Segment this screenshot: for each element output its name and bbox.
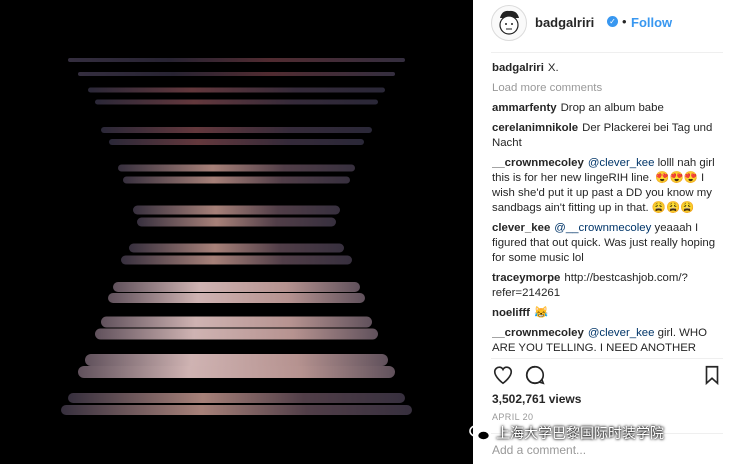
comment-item: clever_kee @__crownmecoley yeaaah I figur…	[492, 221, 724, 266]
light-band	[61, 405, 412, 415]
comment-username[interactable]: ammarfenty	[492, 102, 557, 114]
post-header: badgalriri ✓ • Follow	[491, 5, 723, 47]
light-band	[101, 316, 372, 328]
comment-item: __crownmecoley @clever_kee girl. WHO ARE …	[492, 326, 724, 355]
verified-badge-icon: ✓	[607, 16, 618, 27]
watermark-text: 上海大学巴黎国际时装学院	[496, 425, 664, 441]
comment-item: traceymorpe http://bestcashjob.com/?refer…	[492, 271, 724, 301]
comment-icon[interactable]	[524, 364, 548, 388]
caption-username[interactable]: badgalriri	[492, 62, 544, 74]
comment-text: 😹	[533, 307, 549, 319]
load-more-comments[interactable]: Load more comments	[492, 81, 724, 96]
header-divider	[491, 52, 723, 53]
comment-mention[interactable]: @clever_kee	[588, 157, 655, 169]
light-band	[129, 243, 344, 253]
comment-item: noelifff 😹	[492, 306, 724, 321]
avatar[interactable]	[491, 5, 527, 41]
view-count: 3,502,761 views	[492, 392, 582, 406]
comment-username[interactable]: traceymorpe	[492, 272, 560, 284]
light-band	[108, 293, 365, 303]
light-band	[78, 72, 395, 76]
comment-username[interactable]: noelifff	[492, 307, 530, 319]
light-band	[121, 255, 352, 265]
light-band	[118, 164, 355, 172]
light-band	[123, 176, 350, 184]
media-image	[61, 58, 412, 415]
action-bar	[492, 364, 724, 388]
comment-item: ammarfenty Drop an album babe	[492, 101, 724, 116]
light-band	[95, 328, 378, 340]
comment-item: cerelanimnikole Der Plackerei bei Tag und…	[492, 121, 724, 151]
comment-username[interactable]: __crownmecoley	[492, 327, 584, 339]
comment-item: __crownmecoley @clever_kee lolll nah girl…	[492, 156, 724, 216]
comment-username[interactable]: cerelanimnikole	[492, 122, 578, 134]
light-band	[109, 139, 364, 145]
comment-username[interactable]: clever_kee	[492, 222, 550, 234]
light-band	[68, 393, 405, 403]
comment-text: Drop an album babe	[560, 102, 664, 114]
post-media[interactable]	[0, 0, 473, 464]
post-username[interactable]: badgalriri	[535, 15, 594, 30]
heart-icon[interactable]	[492, 364, 516, 388]
light-band	[78, 366, 395, 378]
comment-mention[interactable]: @__crownmecoley	[554, 222, 651, 234]
light-band	[101, 127, 372, 133]
light-band	[95, 99, 378, 105]
wechat-icon	[469, 424, 491, 441]
comments-list[interactable]: badgalriri X. Load more comments ammarfen…	[492, 61, 724, 355]
comment-mention[interactable]: @clever_kee	[588, 327, 655, 339]
follow-button[interactable]: Follow	[631, 15, 672, 30]
light-band	[113, 282, 360, 292]
caption: badgalriri X.	[492, 61, 724, 76]
caption-text: X.	[547, 62, 559, 74]
bookmark-icon[interactable]	[702, 364, 726, 388]
light-band	[68, 58, 405, 62]
avatar-face-icon	[499, 10, 519, 35]
light-band	[88, 87, 385, 93]
light-band	[85, 354, 388, 366]
add-comment-input[interactable]: Add a comment...	[492, 443, 586, 457]
comment-username[interactable]: __crownmecoley	[492, 157, 584, 169]
actions-divider	[491, 358, 723, 359]
light-band	[133, 205, 340, 215]
post-panel: badgalriri ✓ • Follow badgalriri X. Load …	[473, 0, 733, 464]
watermark: 上海大学巴黎国际时装学院	[468, 421, 664, 445]
light-band	[137, 217, 336, 227]
separator-dot: •	[622, 14, 627, 29]
